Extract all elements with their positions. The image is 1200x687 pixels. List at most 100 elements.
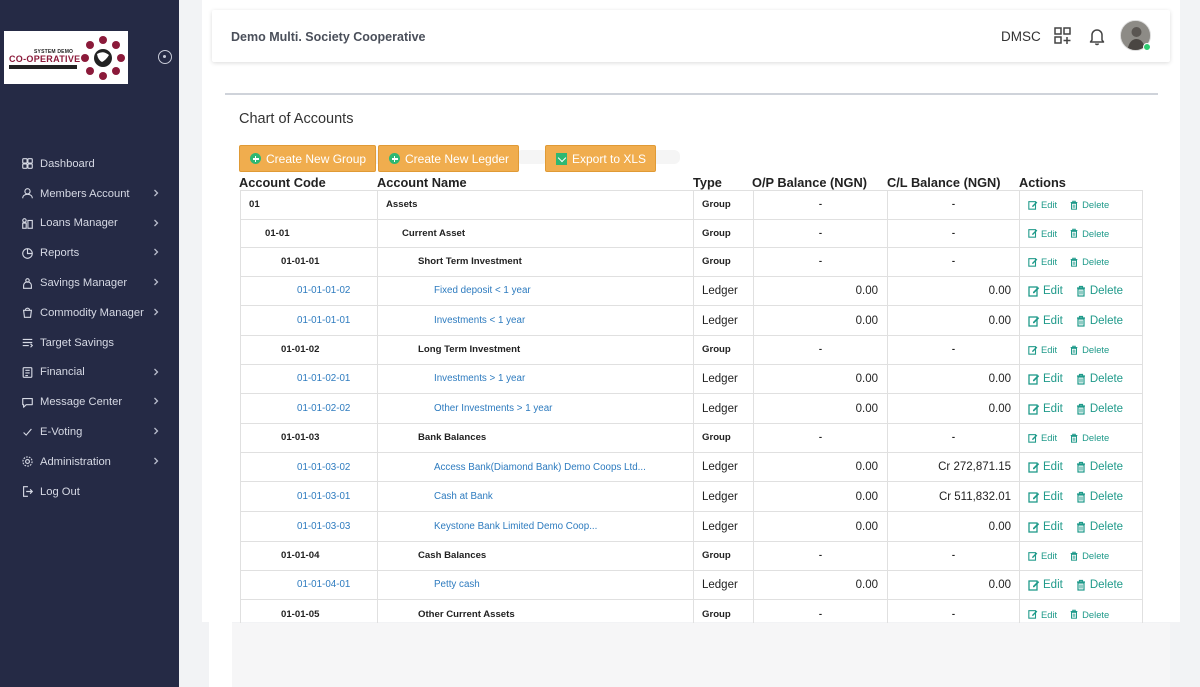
trash-icon	[1075, 373, 1090, 385]
account-name: Cash Balances	[377, 542, 693, 570]
edit-button[interactable]: Edit	[1028, 199, 1057, 210]
delete-button[interactable]: Delete	[1075, 579, 1123, 591]
sidebar-item-e-voting[interactable]: E-Voting	[0, 417, 179, 447]
edit-button[interactable]: Edit	[1028, 403, 1063, 415]
sidebar-item-message-center[interactable]: Message Center	[0, 387, 179, 417]
edit-button[interactable]: Edit	[1028, 432, 1057, 443]
ledger-row: 01-01-03-01 Cash at Bank Ledger 0.00 Cr 511,…	[240, 482, 1143, 513]
cl-balance: -	[887, 424, 1019, 452]
edit-button[interactable]: Edit	[1028, 579, 1063, 591]
account-code[interactable]: 01-01-02-01	[240, 364, 377, 394]
account-name[interactable]: Cash at Bank	[377, 482, 693, 512]
account-type: Ledger	[693, 306, 753, 336]
header-type: Type	[693, 175, 722, 190]
account-name[interactable]: Fixed deposit < 1 year	[377, 276, 693, 306]
sidebar-nav: Dashboard Members Account Loans Manager Rep…	[0, 149, 179, 507]
divider	[225, 93, 1158, 95]
delete-label: Delete	[1082, 432, 1110, 444]
sidebar-item-commodity-manager[interactable]: Commodity Manager	[0, 298, 179, 328]
delete-button[interactable]: Delete	[1075, 403, 1123, 415]
sidebar-item-reports[interactable]: Reports	[0, 238, 179, 268]
edit-icon	[1028, 200, 1041, 210]
edit-button[interactable]: Edit	[1028, 461, 1063, 473]
edit-button[interactable]: Edit	[1028, 609, 1057, 620]
delete-button[interactable]: Delete	[1069, 550, 1109, 561]
account-code[interactable]: 01-01-03-01	[240, 482, 377, 512]
bell-icon[interactable]	[1087, 26, 1107, 46]
row-actions: Edit Delete	[1019, 482, 1143, 512]
delete-button[interactable]: Delete	[1075, 491, 1123, 503]
account-name[interactable]: Keystone Bank Limited Demo Coop...	[377, 512, 693, 542]
account-code[interactable]: 01-01-04-01	[240, 570, 377, 600]
edit-button[interactable]: Edit	[1028, 344, 1057, 355]
edit-label: Edit	[1043, 372, 1063, 385]
delete-button[interactable]: Delete	[1075, 285, 1123, 297]
edit-button[interactable]: Edit	[1028, 256, 1057, 267]
account-name[interactable]: Petty cash	[377, 570, 693, 600]
edit-button[interactable]: Edit	[1028, 373, 1063, 385]
edit-button[interactable]: Edit	[1028, 550, 1057, 561]
sidebar-item-savings-manager[interactable]: Savings Manager	[0, 268, 179, 298]
account-name[interactable]: Access Bank(Diamond Bank) Demo Coops Ltd…	[377, 452, 693, 482]
edit-label: Edit	[1043, 461, 1063, 474]
cl-balance: 0.00	[887, 512, 1019, 542]
edit-icon	[1028, 373, 1043, 385]
account-code[interactable]: 01-01-03-02	[240, 452, 377, 482]
button-separator	[516, 150, 548, 164]
delete-label: Delete	[1089, 578, 1124, 591]
sidebar-item-log-out[interactable]: Log Out	[0, 477, 179, 507]
edit-button[interactable]: Edit	[1028, 315, 1063, 327]
account-type: Ledger	[693, 276, 753, 306]
account-code[interactable]: 01-01-02-02	[240, 394, 377, 424]
header-actions: Actions	[1019, 175, 1066, 190]
header-cl-balance: C/L Balance (NGN)	[887, 175, 1001, 190]
account-name[interactable]: Investments > 1 year	[377, 364, 693, 394]
edit-icon	[1028, 579, 1043, 591]
logo-bar	[9, 65, 77, 69]
delete-button[interactable]: Delete	[1075, 521, 1123, 533]
sidebar-item-members-account[interactable]: Members Account	[0, 179, 179, 209]
delete-button[interactable]: Delete	[1075, 461, 1123, 473]
sidebar-item-loans-manager[interactable]: Loans Manager	[0, 209, 179, 239]
delete-button[interactable]: Delete	[1069, 199, 1109, 210]
sidebar-toggle-button[interactable]	[158, 50, 172, 64]
account-name[interactable]: Other Investments > 1 year	[377, 394, 693, 424]
delete-button[interactable]: Delete	[1075, 373, 1123, 385]
create-ledger-button[interactable]: Create New Legder	[378, 145, 519, 172]
delete-button[interactable]: Delete	[1069, 344, 1109, 355]
chart-icon	[20, 246, 34, 260]
account-code[interactable]: 01-01-01-01	[240, 306, 377, 336]
account-type: Ledger	[693, 570, 753, 600]
apps-grid-icon[interactable]	[1053, 26, 1073, 46]
edit-icon	[1028, 285, 1043, 297]
edit-button[interactable]: Edit	[1028, 491, 1063, 503]
account-code[interactable]: 01-01-01-02	[240, 276, 377, 306]
delete-button[interactable]: Delete	[1075, 315, 1123, 327]
trash-icon	[1069, 200, 1082, 210]
sidebar-item-label: Members Account	[40, 187, 130, 200]
create-group-button[interactable]: Create New Group	[239, 145, 376, 172]
sidebar-item-target-savings[interactable]: Target Savings	[0, 328, 179, 358]
edit-button[interactable]: Edit	[1028, 285, 1063, 297]
edit-button[interactable]: Edit	[1028, 228, 1057, 239]
sidebar-item-financial[interactable]: Financial	[0, 358, 179, 388]
delete-button[interactable]: Delete	[1069, 609, 1109, 620]
sidebar-item-dashboard[interactable]: Dashboard	[0, 149, 179, 179]
sidebar-item-administration[interactable]: Administration	[0, 447, 179, 477]
group-row: 01-01-02 Long Term Investment Group - - Edit D…	[240, 336, 1143, 365]
trash-icon	[1069, 257, 1082, 267]
logo-main-text: CO-OPERATIVE	[9, 54, 81, 64]
export-xls-button[interactable]: Export to XLS	[545, 145, 656, 172]
trash-icon	[1069, 551, 1082, 561]
cl-balance: -	[887, 191, 1019, 219]
sidebar-item-label: Savings Manager	[40, 277, 128, 290]
cl-balance: 0.00	[887, 570, 1019, 600]
edit-button[interactable]: Edit	[1028, 521, 1063, 533]
delete-button[interactable]: Delete	[1069, 256, 1109, 267]
account-name[interactable]: Investments < 1 year	[377, 306, 693, 336]
account-code[interactable]: 01-01-03-03	[240, 512, 377, 542]
group-row: 01-01 Current Asset Group - - Edit Delete	[240, 219, 1143, 248]
delete-button[interactable]: Delete	[1069, 228, 1109, 239]
delete-button[interactable]: Delete	[1069, 432, 1109, 443]
ledger-row: 01-01-02-02 Other Investments > 1 year Led…	[240, 394, 1143, 425]
